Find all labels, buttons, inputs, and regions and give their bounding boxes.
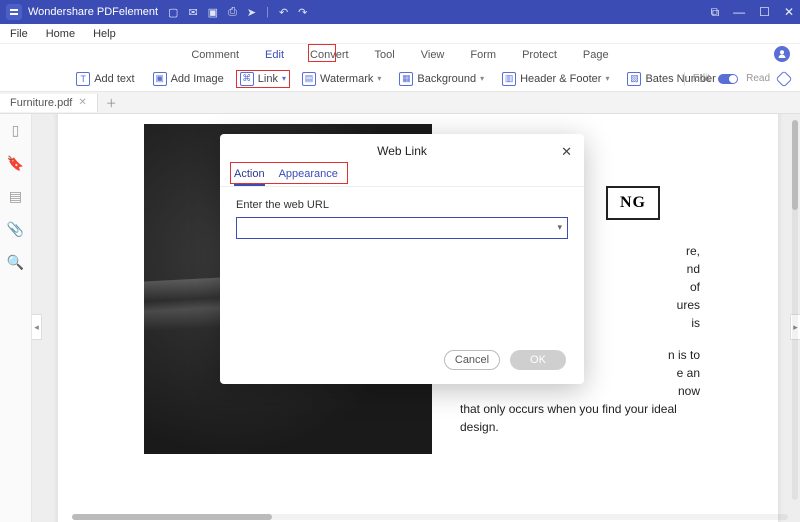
thumbnails-icon[interactable]: ▯ [12, 122, 20, 139]
open-icon[interactable]: ▢ [168, 6, 178, 19]
watermark-button[interactable]: ▤ Watermark ▾ [296, 70, 387, 88]
web-link-dialog: Web Link ✕ Action Appearance Enter the w… [220, 134, 584, 384]
horizontal-scrollbar[interactable] [72, 514, 788, 520]
document-tabs: Furniture.pdf ✕ ＋ [0, 92, 800, 114]
tab-view[interactable]: View [417, 47, 449, 63]
document-tab[interactable]: Furniture.pdf ✕ [0, 94, 98, 112]
ribbon-tabs: Comment Edit Convert Tool View Form Prot… [0, 44, 800, 66]
maximize-icon[interactable]: ☐ [759, 5, 770, 19]
bookmarks-icon[interactable]: 🔖 [7, 155, 24, 172]
link-button[interactable]: ⌘ Link ▾ [236, 70, 290, 88]
menu-bar: File Home Help [0, 24, 800, 44]
ok-button[interactable]: OK [510, 350, 566, 370]
dialog-buttons: Cancel OK [444, 350, 566, 370]
image-icon: ▣ [153, 72, 167, 86]
dialog-body: Enter the web URL ▾ [220, 187, 584, 251]
dialog-tab-action[interactable]: Action [234, 164, 265, 186]
tab-page[interactable]: Page [579, 47, 613, 63]
add-text-label: Add text [94, 73, 134, 85]
link-icon: ⌘ [240, 72, 254, 86]
add-image-label: Add Image [171, 73, 224, 85]
background-button[interactable]: ▦ Background ▾ [393, 70, 490, 88]
add-image-button[interactable]: ▣ Add Image [147, 70, 230, 88]
read-mode-label: Read [746, 73, 770, 84]
dialog-close-icon[interactable]: ✕ [561, 144, 572, 160]
mail-icon[interactable]: ✉ [188, 6, 197, 19]
settings-icon[interactable] [776, 70, 793, 87]
para2-continuation: that only occurs when you find your idea… [460, 400, 700, 436]
header-footer-label: Header & Footer [520, 73, 601, 85]
edit-mode-label: Edit [693, 73, 710, 84]
attachments-icon[interactable]: 📎 [7, 221, 24, 238]
chevron-down-icon: ▾ [605, 74, 609, 83]
edit-read-toggle[interactable] [718, 74, 738, 84]
watermark-icon: ▤ [302, 72, 316, 86]
minimize-icon[interactable]: ― [733, 5, 745, 19]
vertical-scrollbar[interactable] [792, 120, 798, 500]
close-icon[interactable]: ✕ [784, 5, 794, 19]
chevron-down-icon: ▾ [480, 74, 484, 83]
chevron-down-icon: ▾ [282, 74, 286, 83]
scroll-thumb[interactable] [72, 514, 272, 520]
background-label: Background [417, 73, 476, 85]
chevron-down-icon: ▾ [377, 74, 381, 83]
share-icon[interactable]: ➤ [247, 6, 256, 19]
user-avatar[interactable] [774, 46, 790, 62]
watermark-label: Watermark [320, 73, 373, 85]
side-rail: ▯ 🔖 ▤ 📎 🔍 [0, 114, 32, 522]
comments-icon[interactable]: ▤ [9, 188, 22, 205]
tab-protect[interactable]: Protect [518, 47, 561, 63]
background-icon: ▦ [399, 72, 413, 86]
tab-form[interactable]: Form [466, 47, 500, 63]
header-footer-button[interactable]: ▥ Header & Footer ▾ [496, 70, 615, 88]
cancel-button[interactable]: Cancel [444, 350, 500, 370]
undo-icon[interactable]: ↶ [279, 6, 288, 19]
title-bar: Wondershare PDFelement ▢ ✉ ▣ ⎙ ➤ | ↶ ↷ ⧉… [0, 0, 800, 24]
app-title: Wondershare PDFelement [28, 6, 158, 18]
page-heading-fragment: NG [606, 186, 660, 220]
new-window-icon[interactable]: ⧉ [711, 5, 720, 20]
link-label: Link [258, 73, 278, 85]
menu-help[interactable]: Help [93, 28, 116, 40]
new-tab-button[interactable]: ＋ [98, 95, 125, 111]
search-icon[interactable]: 🔍 [7, 254, 24, 271]
tab-comment[interactable]: Comment [187, 47, 243, 63]
edit-toolbar: T Add text ▣ Add Image ⌘ Link ▾ ▤ Waterm… [0, 66, 800, 92]
document-tab-label: Furniture.pdf [10, 97, 72, 109]
dialog-title-text: Web Link [377, 144, 427, 158]
dialog-title: Web Link ✕ [220, 134, 584, 164]
app-logo [6, 4, 22, 20]
menu-home[interactable]: Home [46, 28, 75, 40]
save-icon[interactable]: ▣ [208, 6, 218, 19]
scroll-thumb[interactable] [792, 120, 798, 210]
text-icon: T [76, 72, 90, 86]
para1-tail: re, nd of ures is [620, 242, 700, 332]
url-input[interactable] [236, 217, 568, 239]
bates-icon: ▧ [627, 72, 641, 86]
dialog-tabs: Action Appearance [220, 164, 584, 187]
tab-tool[interactable]: Tool [371, 47, 399, 63]
dialog-tab-appearance[interactable]: Appearance [279, 164, 338, 186]
tab-convert[interactable]: Convert [306, 47, 353, 63]
collapse-left-handle[interactable]: ◂ [32, 314, 42, 340]
para2-tail: n is to e an now [620, 346, 700, 400]
menu-file[interactable]: File [10, 28, 28, 40]
print-icon[interactable]: ⎙ [228, 6, 237, 19]
window-controls: ⧉ ― ☐ ✕ [711, 5, 794, 20]
add-text-button[interactable]: T Add text [70, 70, 140, 88]
url-label: Enter the web URL [236, 199, 568, 211]
header-footer-icon: ▥ [502, 72, 516, 86]
close-tab-icon[interactable]: ✕ [78, 97, 86, 108]
quick-access: ▢ ✉ ▣ ⎙ ➤ | ↶ ↷ [168, 6, 307, 19]
redo-icon[interactable]: ↷ [298, 6, 307, 19]
tab-edit[interactable]: Edit [261, 47, 288, 63]
